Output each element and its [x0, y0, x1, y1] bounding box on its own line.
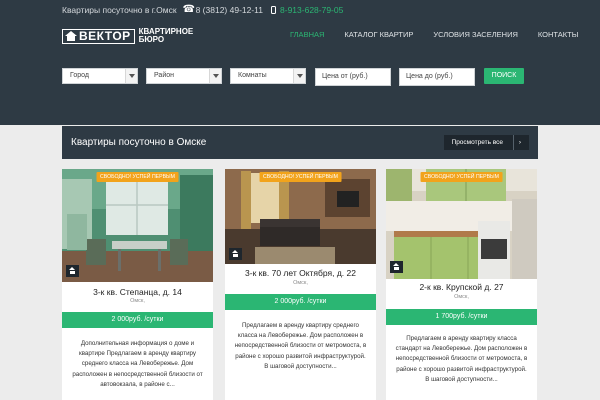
phone-icon [183, 4, 195, 15]
card-city: Омск, [454, 294, 469, 300]
price-bar: 2 000руб. /сутки [225, 294, 376, 310]
apartment-card[interactable]: СВОБОДНО! УСПЕЙ ПЕРВЫМ 3-к кв. Степанца,… [62, 169, 213, 400]
district-select[interactable]: Район [146, 68, 222, 84]
city-select[interactable]: Город [62, 68, 138, 84]
availability-badge: СВОБОДНО! УСПЕЙ ПЕРВЫМ [96, 172, 179, 182]
logo-subtitle: КВАРТИРНОЕ БЮРО [139, 28, 194, 44]
house-logo-icon [65, 31, 77, 41]
phone-number[interactable]: 8 (3812) 49-12-11 [196, 5, 263, 15]
price-bar: 1 700руб. /сутки [386, 309, 537, 325]
logo-box: ВЕКТОР [62, 28, 135, 44]
section-header: Квартиры посуточно в Омске Просмотреть в… [62, 126, 538, 159]
availability-badge: СВОБОДНО! УСПЕЙ ПЕРВЫМ [420, 172, 503, 182]
main-nav: ГЛАВНАЯ КАТАЛОГ КВАРТИР УСЛОВИЯ ЗАСЕЛЕНИ… [290, 30, 578, 39]
price-to-input[interactable]: Цена до (руб.) [399, 68, 475, 86]
nav-item-contacts[interactable]: КОНТАКТЫ [538, 30, 578, 39]
district-select-value: Район [154, 72, 174, 79]
view-all-button[interactable]: Просмотреть все › [443, 135, 529, 150]
apartment-card[interactable]: СВОБОДНО! УСПЕЙ ПЕРВЫМ 2-к кв. Крупской … [386, 169, 537, 400]
search-button[interactable]: ПОИСК [484, 68, 524, 84]
card-description: Предлагаем в аренду квартиру среднего кл… [234, 322, 367, 370]
card-description: Предлагаем в аренду квартиру класса стан… [395, 335, 528, 383]
topbar-text: Квартиры посуточно в г.Омск [62, 5, 177, 15]
home-icon[interactable] [390, 261, 403, 273]
rooms-select[interactable]: Комнаты [230, 68, 306, 84]
chevron-down-icon [125, 69, 137, 83]
chevron-down-icon [293, 69, 305, 83]
rooms-select-value: Комнаты [238, 72, 267, 79]
mobile-phone-icon [271, 6, 277, 14]
card-title[interactable]: 3-к кв. Степанца, д. 14 [62, 287, 213, 297]
search-filters: Город Район Комнаты Цена от (руб.) Цена … [62, 68, 538, 86]
card-city: Омск, [130, 298, 145, 304]
kitchen-photo-image [386, 169, 537, 279]
mobile-number[interactable]: 8-913-628-79-05 [280, 5, 343, 15]
logo-subtitle-line2: БЮРО [138, 35, 165, 44]
living-room-photo-image [225, 169, 376, 264]
chevron-down-icon [209, 69, 221, 83]
chevron-right-icon: › [512, 135, 521, 150]
apartment-photo[interactable]: СВОБОДНО! УСПЕЙ ПЕРВЫМ [386, 169, 537, 279]
price-from-input[interactable]: Цена от (руб.) [315, 68, 391, 86]
section-title: Квартиры посуточно в Омске [71, 137, 207, 148]
apartment-card[interactable]: СВОБОДНО! УСПЕЙ ПЕРВЫМ 3-к кв. 70 лет Ок… [225, 169, 376, 400]
site-header: Квартиры посуточно в г.Омск 8 (3812) 49-… [0, 0, 600, 125]
home-icon[interactable] [66, 265, 79, 277]
apartment-photo[interactable]: СВОБОДНО! УСПЕЙ ПЕРВЫМ [62, 169, 213, 282]
card-city: Омск, [293, 280, 308, 286]
price-bar: 2 000руб. /сутки [62, 312, 213, 328]
card-title[interactable]: 3-к кв. 70 лет Октября, д. 22 [225, 268, 376, 278]
kitchen-photo-image [62, 169, 213, 282]
nav-item-conditions[interactable]: УСЛОВИЯ ЗАСЕЛЕНИЯ [433, 30, 518, 39]
nav-item-catalog[interactable]: КАТАЛОГ КВАРТИР [344, 30, 413, 39]
home-icon[interactable] [229, 248, 242, 260]
city-select-value: Город [70, 72, 89, 79]
site-logo[interactable]: ВЕКТОР КВАРТИРНОЕ БЮРО [62, 28, 193, 44]
logo-word: ВЕКТОР [79, 29, 131, 43]
nav-item-home[interactable]: ГЛАВНАЯ [290, 30, 324, 39]
topbar: Квартиры посуточно в г.Омск 8 (3812) 49-… [62, 4, 343, 16]
card-description: Дополнительная информация о доме и кварт… [72, 340, 203, 388]
card-title[interactable]: 2-к кв. Крупской д. 27 [386, 282, 537, 292]
apartment-photo[interactable]: СВОБОДНО! УСПЕЙ ПЕРВЫМ [225, 169, 376, 264]
view-all-label: Просмотреть все [451, 139, 504, 146]
availability-badge: СВОБОДНО! УСПЕЙ ПЕРВЫМ [259, 172, 342, 182]
